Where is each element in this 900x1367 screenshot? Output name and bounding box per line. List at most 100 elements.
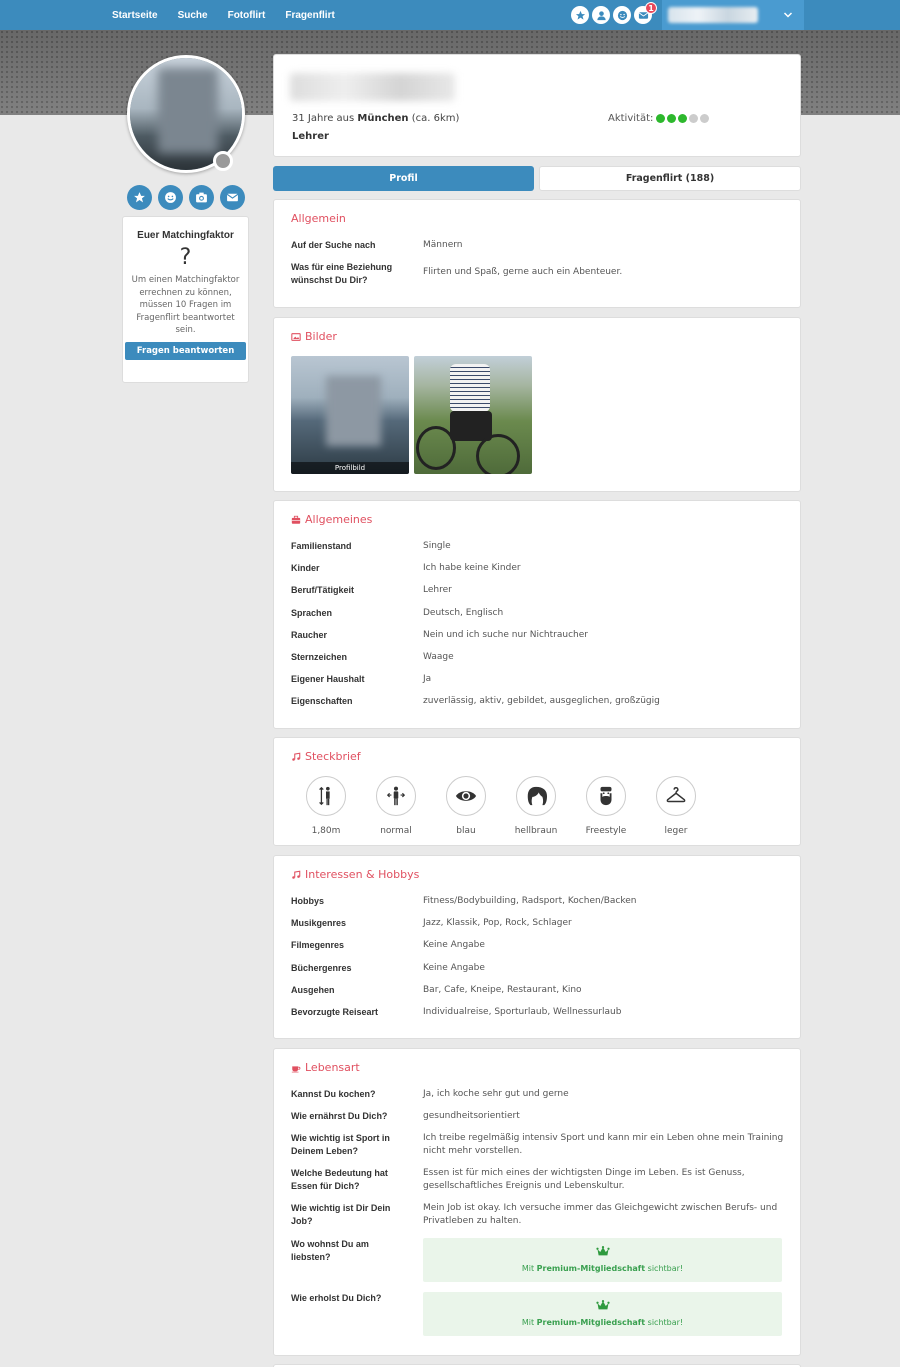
premium-locked-answer[interactable]: Mit Premium-Mitgliedschaft sichtbar! [423, 1292, 782, 1336]
steckbrief-eyes: blau [431, 776, 501, 836]
tab-profil[interactable]: Profil [273, 166, 534, 191]
profile-name-blurred [290, 73, 455, 101]
info-row: Familienstand Single [291, 540, 785, 553]
info-value: Lehrer [423, 585, 452, 596]
section-title: Allgemeines [291, 513, 372, 526]
info-row: Eigenschaften zuverlässig, aktiv, gebilde… [291, 695, 785, 708]
info-value: Fitness/Bodybuilding, Radsport, Kochen/B… [423, 896, 637, 906]
info-value: Keine Angabe [423, 962, 485, 973]
photo-gallery: Profilbild [291, 356, 532, 474]
info-value: Ja [423, 674, 432, 685]
section-bilder: Bilder Profilbild [273, 317, 801, 492]
premium-notice: Mit Premium-Mitgliedschaft sichtbar! [521, 1318, 684, 1327]
info-label: Eigenschaften [291, 696, 353, 707]
nav-icon-group: 1 [571, 2, 657, 24]
info-row: Kinder Ich habe keine Kinder [291, 562, 785, 575]
profile-age-location: 31 Jahre aus München (ca. 6km) [292, 113, 460, 124]
info-label: Büchergenres [291, 962, 352, 973]
beard-icon [600, 786, 612, 806]
info-label: Ausgehen [291, 984, 335, 995]
info-label: Eigener Haushalt [291, 674, 365, 685]
smiley-icon [165, 192, 176, 203]
message-count-badge: 1 [645, 2, 657, 14]
info-row: Kannst Du kochen? Ja, ich koche sehr gut … [291, 1089, 569, 1099]
section-interessen: Interessen & Hobbys Hobbys Fitness/Bodybu… [273, 855, 801, 1039]
nav-fotoflirt[interactable]: Fotoflirt [228, 10, 266, 21]
smile-button[interactable] [158, 185, 183, 210]
messages-envelope-icon[interactable]: 1 [634, 2, 657, 24]
info-label: Raucher [291, 629, 328, 640]
profile-job: Lehrer [292, 131, 329, 142]
camera-icon [196, 192, 207, 203]
smiley-icon[interactable] [613, 6, 631, 24]
premium-notice: Mit Premium-Mitgliedschaft sichtbar! [521, 1264, 684, 1273]
info-row: Büchergenres Keine Angabe [291, 962, 785, 975]
info-row: Eigener Haushalt Ja [291, 673, 785, 686]
info-label: Sprachen [291, 607, 333, 618]
tab-fragenflirt[interactable]: Fragenflirt (188) [539, 166, 801, 191]
steckbrief-height: 1,80m [291, 776, 361, 836]
send-message-button[interactable] [220, 185, 245, 210]
nav-fragenflirt[interactable]: Fragenflirt [285, 10, 334, 21]
info-row: Welche Bedeutung hat Essen für Dich? Esse… [291, 1168, 745, 1191]
steckbrief-hair: hellbraun [501, 776, 571, 836]
profile-action-buttons [127, 185, 245, 210]
photo-caption: Profilbild [291, 462, 409, 474]
activity-dot [678, 114, 688, 123]
info-row: Raucher Nein und ich suche nur Nichtrauch… [291, 629, 785, 642]
user-name-blurred [668, 7, 758, 23]
crown-icon [595, 1246, 610, 1256]
info-row: Wie wichtig ist Dir Dein Job? Mein Job is… [291, 1203, 778, 1226]
hanger-icon [666, 787, 686, 803]
profile-photo-thumbnail[interactable]: Profilbild [291, 356, 409, 474]
image-icon [291, 332, 301, 341]
info-label: Hobbys [291, 896, 325, 906]
section-lebensart: Lebensart Kannst Du kochen? Ja, ich koche… [273, 1048, 801, 1356]
user-menu-dropdown[interactable] [662, 0, 804, 30]
activity-indicator: Aktivität: [608, 113, 710, 124]
profile-header-card: 31 Jahre aus München (ca. 6km) Lehrer Ak… [273, 54, 801, 157]
info-row: Wie wichtig ist Sport in Deinem Leben? Ic… [291, 1133, 784, 1156]
section-allgemeines: Allgemeines Familienstand Single Kinder Ich… [273, 500, 801, 729]
nav-suche[interactable]: Suche [178, 10, 208, 21]
answer-questions-button[interactable]: Fragen beantworten [124, 341, 247, 360]
height-icon [319, 786, 330, 806]
section-title: Lebensart [291, 1061, 360, 1074]
activity-label: Aktivität: [608, 113, 654, 124]
favorite-button[interactable] [127, 185, 152, 210]
info-label: Familienstand [291, 541, 352, 551]
matching-title: Euer Matchingfaktor [137, 230, 234, 241]
star-icon [134, 192, 145, 203]
coffee-cup-icon [291, 1065, 301, 1072]
nav-startseite[interactable]: Startseite [112, 10, 158, 21]
info-row: Ausgehen Bar, Cafe, Kneipe, Restaurant, K… [291, 984, 785, 997]
info-value: Ich habe keine Kinder [423, 563, 521, 574]
info-label: Musikgenres [291, 918, 347, 929]
section-title: Steckbrief [291, 750, 361, 763]
profile-user-icon[interactable] [592, 6, 610, 24]
info-row: Bevorzugte Reiseart Individualreise, Spor… [291, 1006, 785, 1019]
section-allgemein: Allgemein Auf der Suche nach Männern Was … [273, 199, 801, 308]
matching-description: Um einen Matchingfaktor errechnen zu kön… [131, 275, 240, 335]
info-value: Jazz, Klassik, Pop, Rock, Schlager [423, 918, 572, 929]
matching-value: ? [179, 245, 192, 270]
favorites-star-icon[interactable] [571, 6, 589, 24]
info-row: Sternzeichen Waage [291, 651, 785, 664]
info-row: Wie ernährst Du Dich? gesundheitsorientie… [291, 1111, 520, 1121]
briefcase-icon [291, 515, 301, 524]
eye-icon [455, 791, 477, 801]
info-row: Musikgenres Jazz, Klassik, Pop, Rock, Sch… [291, 917, 785, 930]
info-value: Nein und ich suche nur Nichtraucher [423, 629, 588, 640]
steckbrief-beard: Freestyle [571, 776, 641, 836]
online-status-indicator [213, 151, 233, 171]
photo-request-button[interactable] [189, 185, 214, 210]
info-value: Single [423, 541, 451, 551]
body-icon [386, 786, 406, 806]
info-label: Beruf/Tätigkeit [291, 585, 355, 596]
premium-locked-answer[interactable]: Mit Premium-Mitgliedschaft sichtbar! [423, 1238, 782, 1282]
activity-dot [656, 114, 666, 123]
info-row: Auf der Suche nach Männern [291, 240, 463, 250]
info-value: Individualreise, Sporturlaub, Wellnessur… [423, 1007, 622, 1017]
photo-thumbnail[interactable] [414, 356, 532, 474]
activity-dot [700, 114, 710, 123]
